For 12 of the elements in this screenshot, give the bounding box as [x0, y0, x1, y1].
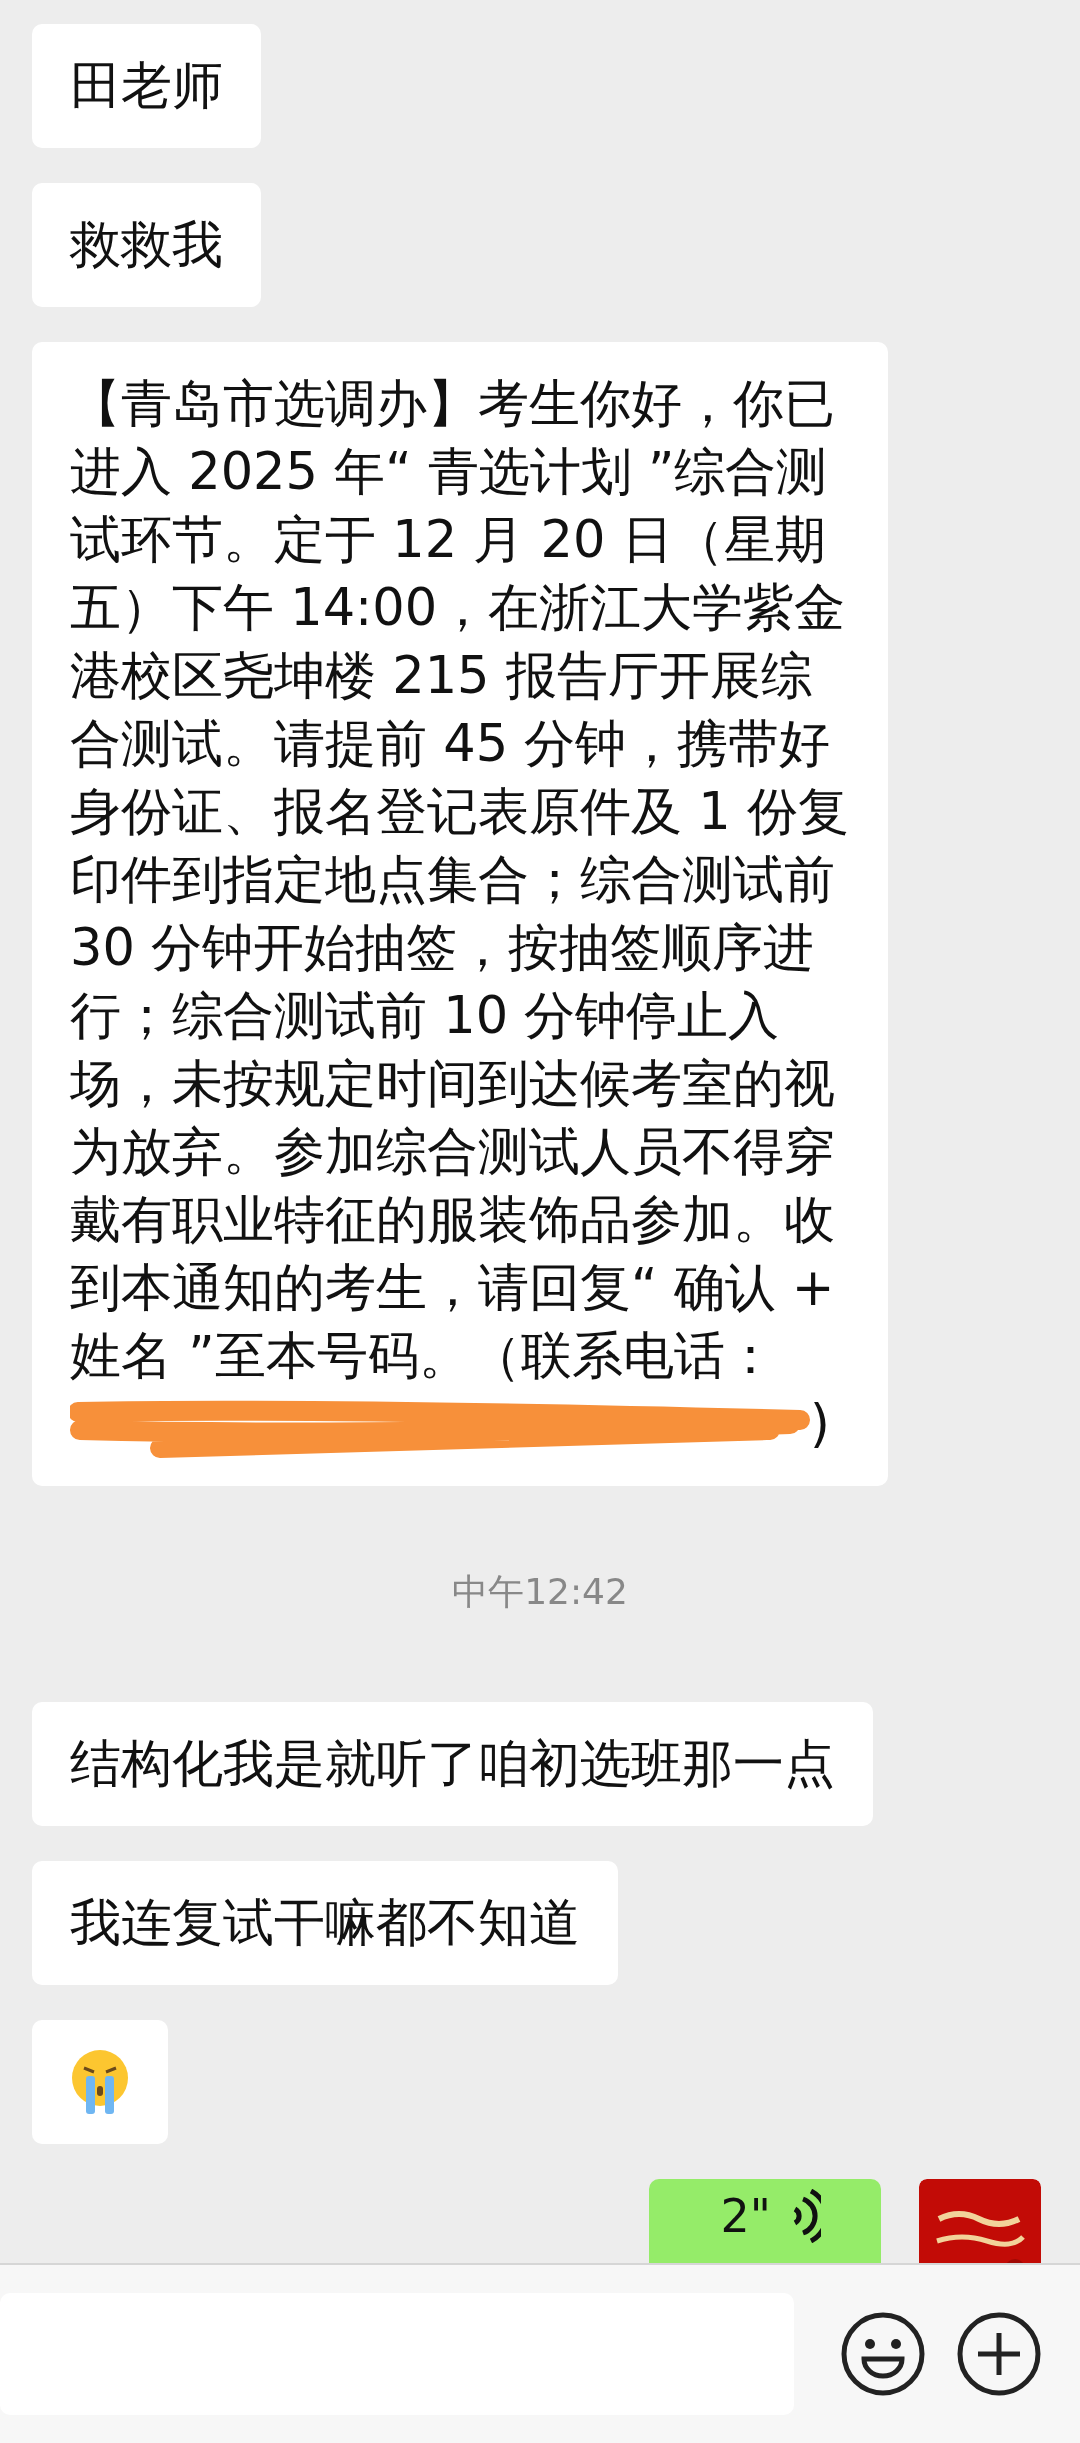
voice-duration: 2" — [720, 2189, 771, 2243]
message-bubble: 【青岛市选调办】考生你好，你已进入 2025 年“ 青选计划 ”综合测试环节。定于 12 月 20 日（星期五）下午 14:00，在浙江大学紫金港校区尧坤楼 215 报告厅开展综合测试。请提前 45 分钟，携带好身份证、报名登记表原件及 1 份复印件到指定地点集合；综合测试前 30 分钟开始抽签，按抽签顺序进行；综合测试前 10 分钟停止入场，未按规定时间到达候考室的视为放弃。参加综合测试人员不得穿戴有职业特征的服装饰品参加。收到本通知的考生，请回复“ 确认 + 姓名 ”至本号码。（联系电话： ) — [32, 342, 888, 1486]
message-bubble: 田老师 — [32, 24, 261, 148]
emoji-button[interactable] — [840, 2311, 926, 2397]
message-bubble: 结构化我是就听了咱初选班那一点 — [32, 1702, 873, 1826]
add-button[interactable] — [956, 2311, 1042, 2397]
voice-message[interactable]: 2" — [649, 2179, 881, 2263]
timestamp: 中午12:42 — [451, 1570, 629, 1614]
message-bubble: 救救我 — [32, 183, 261, 307]
crying-face-icon — [70, 2048, 130, 2116]
message-bubble: 我连复试干嘛都不知道 — [32, 1861, 618, 1985]
closing-parenthesis: ) — [810, 1393, 830, 1455]
